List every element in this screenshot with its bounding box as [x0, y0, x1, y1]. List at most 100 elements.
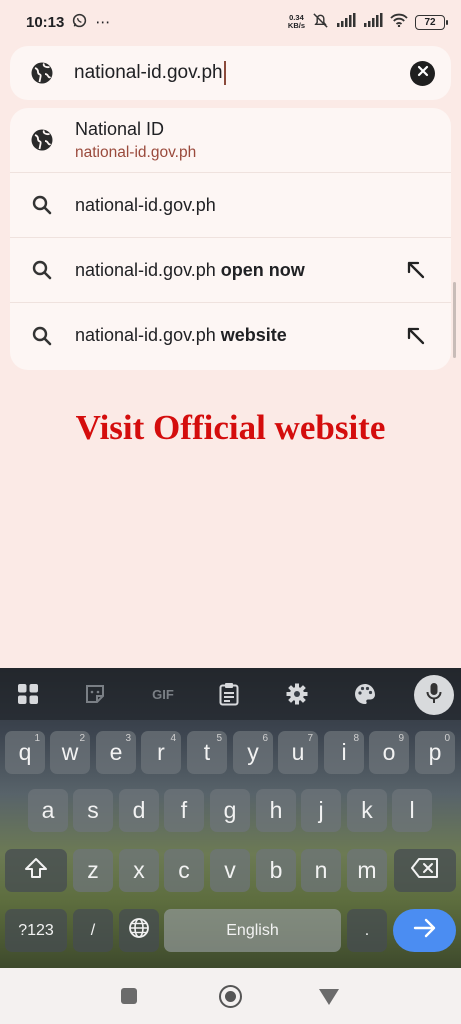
suggestion-url: national-id.gov.ph: [75, 143, 197, 161]
suggestion-text: national-id.gov.ph: [75, 194, 216, 215]
clipboard-icon[interactable]: [216, 681, 242, 707]
key-r[interactable]: r4: [141, 731, 181, 774]
battery-icon: 72: [415, 14, 448, 30]
palette-icon[interactable]: [352, 681, 378, 707]
back-button[interactable]: [319, 989, 339, 1005]
shift-key[interactable]: [5, 849, 67, 892]
key-m[interactable]: m: [347, 849, 387, 892]
navigation-bar: [0, 968, 461, 1024]
key-label: p: [428, 739, 442, 765]
close-icon: [417, 64, 429, 82]
status-bar: 10:13 ⋯ 0.34 KB/s 72: [0, 0, 461, 44]
promo-heading: Visit Official website: [75, 408, 386, 447]
suggestion-title: National ID: [75, 118, 165, 139]
mute-icon: [312, 12, 329, 33]
period-key[interactable]: .: [347, 909, 387, 952]
language-key[interactable]: [119, 909, 159, 952]
suggestion-item-site[interactable]: National ID national-id.gov.ph: [10, 108, 451, 173]
shift-icon: [24, 857, 48, 885]
key-j[interactable]: j: [301, 789, 341, 832]
clear-button[interactable]: [410, 60, 435, 86]
key-p[interactable]: p0: [415, 731, 455, 774]
key-hint: 6: [262, 733, 268, 744]
key-hint: 7: [307, 733, 313, 744]
key-u[interactable]: u7: [278, 731, 318, 774]
key-q[interactable]: q1: [5, 731, 45, 774]
globe-icon: [30, 128, 54, 152]
key-g[interactable]: g: [210, 789, 250, 832]
text-cursor: [223, 61, 226, 85]
key-o[interactable]: o9: [369, 731, 409, 774]
mic-icon: [425, 682, 443, 709]
key-hint: 1: [34, 733, 40, 744]
key-l[interactable]: l: [392, 789, 432, 832]
more-icon: ⋯: [95, 14, 112, 31]
key-hint: 0: [444, 733, 450, 744]
symbols-key[interactable]: ?123: [5, 909, 67, 952]
suggestion-completion: website: [215, 325, 287, 345]
key-t[interactable]: t5: [187, 731, 227, 774]
backspace-icon: [411, 857, 439, 884]
suggestion-item[interactable]: national-id.gov.ph website: [10, 303, 451, 368]
mic-button[interactable]: [414, 675, 454, 715]
speed-unit: KB/s: [287, 21, 305, 30]
key-c[interactable]: c: [164, 849, 204, 892]
enter-button[interactable]: [393, 909, 456, 952]
key-x[interactable]: x: [119, 849, 159, 892]
suggestion-completion: open now: [215, 259, 305, 280]
search-icon: [30, 193, 54, 217]
key-hint: 2: [79, 733, 85, 744]
key-a[interactable]: a: [28, 789, 68, 832]
apps-icon[interactable]: [15, 681, 41, 707]
arrow-right-icon: [413, 917, 437, 944]
key-v[interactable]: v: [210, 849, 250, 892]
key-h[interactable]: h: [256, 789, 296, 832]
arrow-up-left-icon[interactable]: [405, 325, 427, 347]
key-i[interactable]: i8: [324, 731, 364, 774]
key-e[interactable]: e3: [96, 731, 136, 774]
settings-icon[interactable]: [284, 681, 310, 707]
key-hint: 5: [216, 733, 222, 744]
signal-icon: [363, 13, 383, 31]
home-button[interactable]: [219, 985, 242, 1008]
key-s[interactable]: s: [73, 789, 113, 832]
key-f[interactable]: f: [164, 789, 204, 832]
slash-key[interactable]: /: [73, 909, 113, 952]
key-z[interactable]: z: [73, 849, 113, 892]
key-label: w: [61, 739, 79, 765]
address-bar[interactable]: national-id.gov.ph: [10, 46, 451, 100]
url-input[interactable]: national-id.gov.ph: [74, 61, 410, 85]
gif-icon[interactable]: GIF: [146, 681, 180, 707]
backspace-key[interactable]: [394, 849, 456, 892]
suggestion-item[interactable]: national-id.gov.ph open now: [10, 238, 451, 303]
keyboard: GIF q1 w2 e3 r4 t5 y6 u7 i8 o9 p0 a s d …: [0, 668, 461, 968]
recents-button[interactable]: [121, 988, 137, 1004]
suggestion-text: national-id.gov.ph: [75, 325, 216, 345]
suggestion-text: national-id.gov.ph: [75, 259, 216, 280]
space-key[interactable]: English: [164, 909, 341, 952]
suggestion-list: National ID national-id.gov.ph national-…: [10, 108, 451, 370]
key-n[interactable]: n: [301, 849, 341, 892]
key-label: i: [341, 739, 347, 765]
search-icon: [30, 258, 54, 282]
status-time: 10:13: [26, 13, 65, 31]
key-label: o: [382, 739, 396, 765]
key-d[interactable]: d: [119, 789, 159, 832]
wifi-icon: [390, 13, 408, 31]
signal-icon: [336, 13, 356, 31]
suggestion-item[interactable]: national-id.gov.ph: [10, 173, 451, 238]
key-w[interactable]: w2: [50, 731, 90, 774]
url-input-value: national-id.gov.ph: [74, 62, 223, 83]
key-label: q: [18, 739, 32, 765]
network-speed: 0.34 KB/s: [288, 14, 305, 30]
key-y[interactable]: y6: [233, 731, 273, 774]
key-b[interactable]: b: [256, 849, 296, 892]
key-label: t: [203, 739, 211, 765]
sticker-icon[interactable]: [82, 681, 108, 707]
globe-icon: [30, 61, 54, 85]
scrollbar[interactable]: [453, 282, 456, 358]
arrow-up-left-icon[interactable]: [405, 259, 427, 281]
search-icon: [30, 324, 54, 348]
key-label: e: [109, 739, 123, 765]
key-k[interactable]: k: [347, 789, 387, 832]
